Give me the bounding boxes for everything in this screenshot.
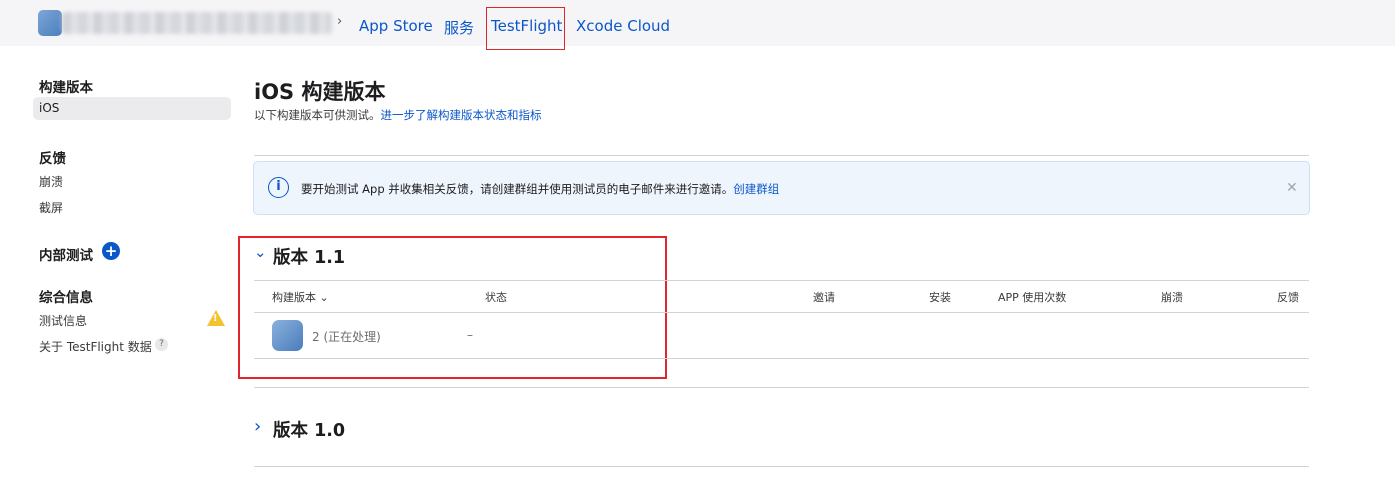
testflight-tab-highlight-box <box>486 7 565 50</box>
column-header-app-sessions: APP 使用次数 <box>998 291 1067 304</box>
divider <box>254 466 1309 467</box>
divider <box>254 312 1309 313</box>
version-1-0-title[interactable]: 版本 1.0 <box>273 417 345 442</box>
help-icon[interactable]: ? <box>155 338 168 351</box>
column-header-status: 状态 <box>485 291 507 304</box>
info-icon: i <box>268 177 289 198</box>
sidebar-item-screenshots[interactable]: 截屏 <box>39 199 63 216</box>
column-header-feedback: 反馈 <box>1277 291 1299 304</box>
chevron-down-icon[interactable]: ⌄ <box>254 243 267 261</box>
build-app-icon <box>272 320 303 351</box>
chevron-right-icon: › <box>337 14 343 29</box>
divider <box>254 280 1309 281</box>
top-navigation-bar: › App Store 服务 TestFlight Xcode Cloud <box>0 0 1395 46</box>
sidebar-item-ios[interactable]: iOS <box>39 101 59 115</box>
app-name-redacted[interactable] <box>62 12 332 34</box>
chevron-right-icon[interactable]: › <box>254 416 261 437</box>
sidebar-heading-general-info: 综合信息 <box>39 290 93 306</box>
build-status: – <box>467 328 473 342</box>
info-message: 要开始测试 App 并收集相关反馈，请创建群组并使用测试员的电子邮件来进行邀请。 <box>301 182 734 196</box>
divider <box>254 358 1309 359</box>
add-group-icon[interactable]: + <box>102 242 120 260</box>
column-header-invites: 邀请 <box>813 291 835 304</box>
column-header-build[interactable]: 构建版本 ⌄ <box>272 289 329 305</box>
tab-app-store[interactable]: App Store <box>359 17 433 35</box>
subtitle-text: 以下构建版本可供测试。 <box>254 108 381 122</box>
sidebar-item-crashes[interactable]: 崩溃 <box>39 173 63 190</box>
warning-mark: ! <box>213 313 218 324</box>
sidebar-selected-background <box>33 97 231 120</box>
sidebar-item-about-testflight-data[interactable]: 关于 TestFlight 数据 <box>39 338 152 355</box>
app-icon[interactable] <box>38 10 62 36</box>
tab-services[interactable]: 服务 <box>444 17 474 38</box>
page-subtitle: 以下构建版本可供测试。进一步了解构建版本状态和指标 <box>254 107 542 123</box>
column-header-crashes: 崩溃 <box>1161 291 1183 304</box>
sidebar-item-test-info[interactable]: 测试信息 <box>39 312 87 329</box>
learn-more-link[interactable]: 进一步了解构建版本状态和指标 <box>381 108 542 122</box>
tab-xcode-cloud[interactable]: Xcode Cloud <box>576 17 670 35</box>
info-banner-text: 要开始测试 App 并收集相关反馈，请创建群组并使用测试员的电子邮件来进行邀请。… <box>301 181 779 197</box>
divider <box>254 387 1309 388</box>
sidebar-heading-builds: 构建版本 <box>39 80 93 96</box>
version-1-1-title[interactable]: 版本 1.1 <box>273 244 345 269</box>
column-header-installs: 安装 <box>929 291 951 304</box>
sidebar-heading-feedback: 反馈 <box>39 151 66 167</box>
close-icon[interactable]: ✕ <box>1286 180 1298 196</box>
create-group-link[interactable]: 创建群组 <box>733 182 779 196</box>
divider <box>254 155 1309 156</box>
build-number[interactable]: 2 (正在处理) <box>312 328 381 345</box>
page-title: iOS 构建版本 <box>254 80 386 104</box>
sidebar-heading-internal-testing[interactable]: 内部测试 <box>39 244 93 264</box>
